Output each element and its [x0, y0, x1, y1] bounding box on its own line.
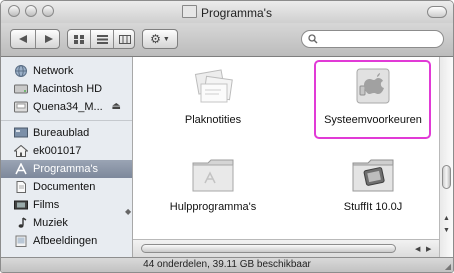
item-plaknotities[interactable]: Plaknotities	[148, 66, 278, 126]
resize-grip-icon[interactable]: ◢	[445, 262, 451, 271]
films-icon	[14, 200, 28, 210]
back-arrow-icon[interactable]	[11, 30, 36, 48]
item-label: Plaknotities	[184, 114, 242, 126]
sidebar-item-network[interactable]: Network	[1, 62, 132, 80]
scroll-right-arrow-icon[interactable]: ▶	[426, 245, 431, 253]
icon-view-icon[interactable]	[68, 30, 91, 48]
sidebar-item-label: Programma's	[33, 163, 99, 175]
sidebar-item-documenten[interactable]: Documenten	[1, 178, 132, 196]
scroll-up-arrow-icon[interactable]: ▲	[443, 215, 450, 222]
sidebar-item-label: ek001017	[33, 145, 82, 157]
folder-icon	[192, 159, 234, 192]
sidebar-item-label: Documenten	[33, 181, 96, 193]
disk-icon	[14, 101, 28, 113]
sidebar-item-bureaublad[interactable]: Bureaublad	[1, 124, 132, 142]
gear-icon: ⚙	[150, 32, 161, 46]
eject-icon[interactable]: ⏏	[112, 101, 121, 112]
sidebar-item-muziek[interactable]: Muziek	[1, 214, 132, 232]
item-stuffit[interactable]: StuffIt 10.0J	[308, 153, 438, 213]
folder-icon	[182, 5, 197, 18]
horizontal-scroll-thumb[interactable]	[141, 244, 396, 253]
horizontal-scrollbar[interactable]: ◀ ▶	[133, 239, 439, 257]
sidebar-item-macintosh-hd[interactable]: Macintosh HD	[1, 80, 132, 98]
sidebar-item-programmas[interactable]: Programma's	[1, 160, 132, 178]
documents-icon	[16, 181, 26, 193]
applications-icon	[15, 163, 27, 175]
item-label: StuffIt 10.0J	[343, 201, 403, 213]
title-bar: Programma's	[1, 1, 453, 23]
item-hulpprogrammas[interactable]: Hulpprogramma's	[148, 153, 278, 213]
sticky-notes-icon	[194, 69, 233, 103]
sidebar-item-afbeeldingen[interactable]: Afbeeldingen	[1, 232, 132, 250]
sidebar-item-films[interactable]: Films	[1, 196, 132, 214]
vertical-scroll-thumb[interactable]	[442, 165, 451, 189]
desktop-icon	[14, 127, 28, 138]
sidebar: Network Macintosh HD Quena34_M... ⏏ Bure…	[1, 57, 133, 257]
sidebar-item-label: Macintosh HD	[33, 83, 103, 95]
search-field[interactable]	[301, 30, 444, 48]
action-menu-button[interactable]: ⚙ ▼	[142, 29, 178, 49]
column-view-icon[interactable]	[114, 30, 136, 48]
sidebar-item-label: Quena34_M...	[33, 101, 103, 113]
magnifier-icon	[308, 34, 318, 44]
vertical-scrollbar[interactable]: ▲ ▼	[439, 57, 453, 257]
window-title: Programma's	[1, 5, 453, 20]
globe-icon	[15, 65, 27, 77]
sidebar-item-label: Afbeeldingen	[33, 235, 98, 247]
forward-arrow-icon[interactable]	[36, 30, 60, 48]
hard-disk-icon	[14, 84, 28, 94]
item-label: Hulpprogramma's	[169, 201, 257, 213]
list-view-icon[interactable]	[91, 30, 114, 48]
chevron-down-icon: ▼	[162, 35, 170, 43]
file-browser: Plaknotities Systeemvoorkeuren Hulpprogr…	[133, 57, 439, 239]
view-mode-control	[67, 29, 135, 49]
sidebar-item-label: Muziek	[33, 217, 68, 229]
status-bar: 44 onderdelen, 39.11 GB beschikbaar ◢	[1, 257, 453, 272]
sidebar-item-ek001017[interactable]: ek001017	[1, 142, 132, 160]
scroll-down-arrow-icon[interactable]: ▼	[443, 227, 450, 234]
scroll-left-arrow-icon[interactable]: ◀	[415, 245, 420, 253]
toolbar: ⚙ ▼	[1, 23, 453, 57]
home-icon	[14, 145, 28, 157]
sidebar-item-label: Films	[33, 199, 60, 211]
sidebar-item-label: Network	[33, 65, 74, 77]
highlight-box	[314, 60, 431, 139]
back-forward-control	[10, 29, 60, 49]
status-text: 44 onderdelen, 39.11 GB beschikbaar	[143, 259, 311, 270]
sidebar-resize-handle[interactable]: ◆	[125, 207, 131, 219]
pictures-icon	[15, 235, 27, 247]
finder-window: Programma's ⚙ ▼ Network Macintosh HD Que…	[0, 0, 454, 273]
music-icon	[18, 217, 27, 228]
sidebar-divider	[1, 120, 132, 121]
stuffit-folder-icon	[352, 159, 394, 192]
sidebar-item-quena34[interactable]: Quena34_M... ⏏	[1, 98, 132, 116]
sidebar-item-label: Bureaublad	[33, 127, 90, 139]
toolbar-toggle-button[interactable]	[427, 6, 447, 18]
